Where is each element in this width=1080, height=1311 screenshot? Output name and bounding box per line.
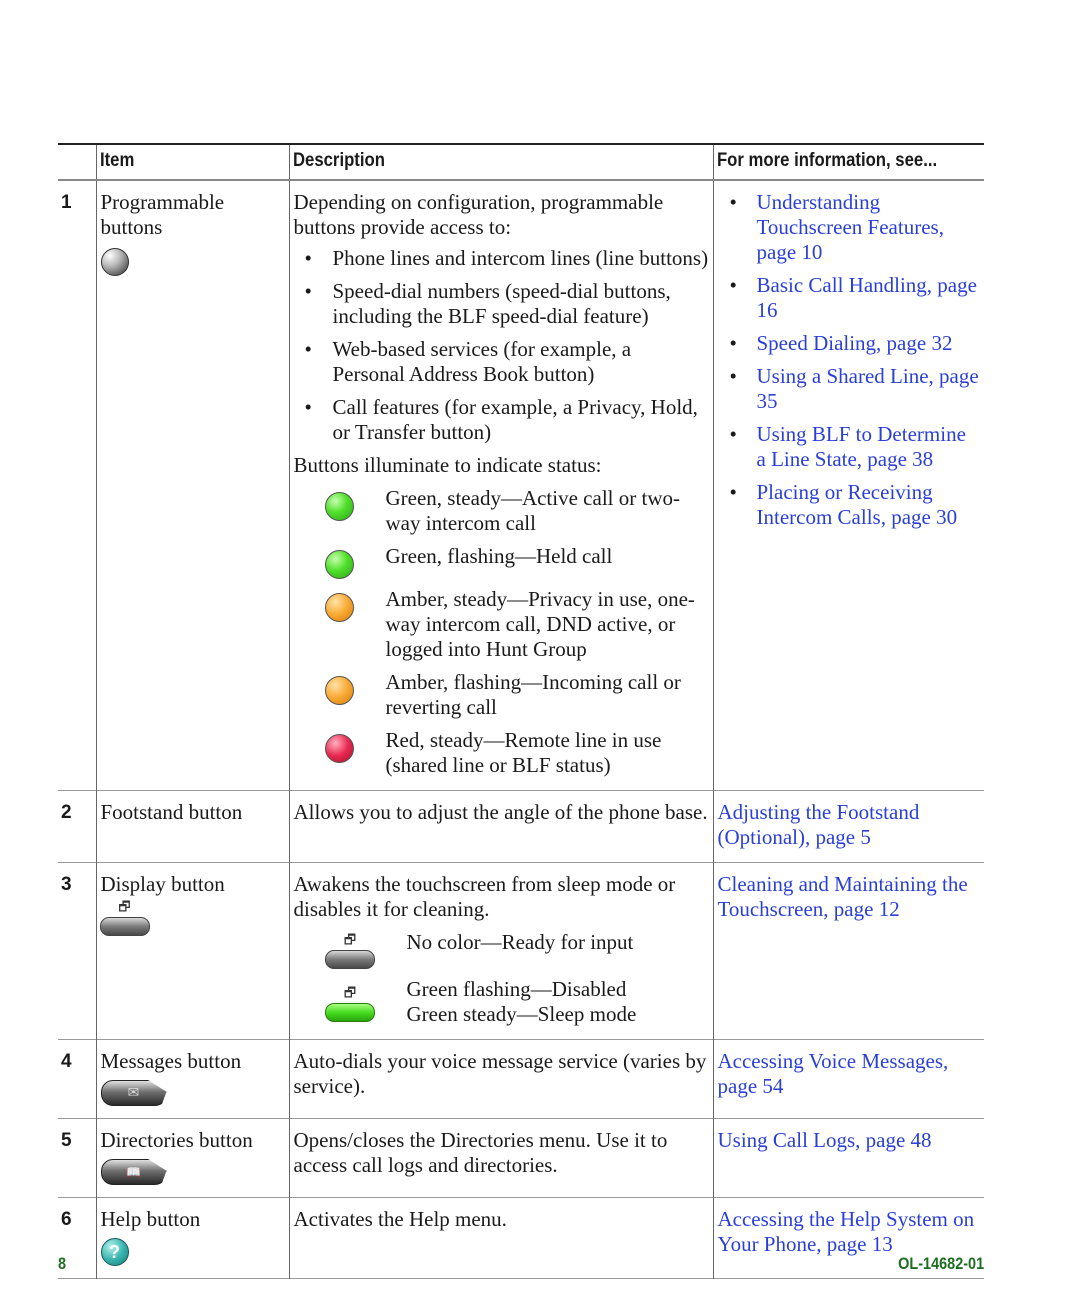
display-state-item: 🗗 No color—Ready for input xyxy=(294,930,709,969)
table-row: 5 Directories button 📖 Opens/closes the … xyxy=(58,1118,984,1198)
table-row: 4 Messages button ✉ Auto-dials your voic… xyxy=(58,1039,984,1119)
document-id: OL-14682-01 xyxy=(898,1254,984,1273)
list-item: Speed-dial numbers (speed-dial buttons, … xyxy=(294,279,709,329)
status-item: Amber, steady—Privacy in use, one-way in… xyxy=(294,587,709,662)
status-item: Green, flashing—Held call xyxy=(294,544,709,579)
display-state-item: 🗗 Green flashing—Disabled Green steady—S… xyxy=(294,977,709,1027)
item-label: Programmable buttons xyxy=(100,190,225,239)
book-glyph: 📖 xyxy=(126,1164,141,1179)
description-text: Auto-dials your voice message service (v… xyxy=(288,1039,713,1119)
display-glyph-icon: 🗗 xyxy=(343,986,357,1001)
green-led-icon xyxy=(325,492,354,521)
item-cell: Messages button ✉ xyxy=(95,1039,289,1119)
row-number: 4 xyxy=(61,1051,72,1072)
table-row: 2 Footstand button Allows you to adjust … xyxy=(58,790,984,863)
link-shared-line[interactable]: Using a Shared Line, page 35 xyxy=(757,364,979,413)
link-blf-line-state[interactable]: Using BLF to Determine a Line State, pag… xyxy=(757,422,966,471)
status-text: Amber, flashing—Incoming call or reverti… xyxy=(385,670,681,719)
table-row: 3 Display button 🗗 Awakens the touchscre… xyxy=(58,862,984,1040)
description-text: Activates the Help menu. xyxy=(288,1197,713,1279)
list-item: Phone lines and intercom lines (line but… xyxy=(294,246,709,271)
button-reference-table: Item Description For more information, s… xyxy=(58,143,984,1279)
more-info-cell: Understanding Touchscreen Features, page… xyxy=(712,180,984,791)
feature-list: Phone lines and intercom lines (line but… xyxy=(294,246,709,445)
item-cell: Display button 🗗 xyxy=(95,862,289,1040)
list-item: Web-based services (for example, a Perso… xyxy=(294,337,709,387)
status-item: Green, steady—Active call or two-way int… xyxy=(294,486,709,536)
status-text: Amber, steady—Privacy in use, one-way in… xyxy=(385,587,695,661)
link-understanding-touchscreen[interactable]: Understanding Touchscreen Features, page… xyxy=(757,190,944,264)
description-text: Opens/closes the Directories menu. Use i… xyxy=(288,1118,713,1198)
amber-led-icon xyxy=(325,676,354,705)
description-text: Depending on configuration, programmable… xyxy=(293,190,664,239)
programmable-button-icon xyxy=(100,248,129,276)
link-cleaning-touchscreen[interactable]: Cleaning and Maintaining the Touchscreen… xyxy=(718,872,968,921)
item-label: Directories button xyxy=(100,1128,253,1152)
item-cell: Directories button 📖 xyxy=(95,1118,289,1198)
status-text: Red, steady—Remote line in use (shared l… xyxy=(385,728,662,777)
list-item: Call features (for example, a Privacy, H… xyxy=(294,395,709,445)
table-header-row: Item Description For more information, s… xyxy=(58,144,984,180)
row-number: 3 xyxy=(61,874,72,895)
header-more-info: For more information, see... xyxy=(712,144,952,180)
link-help-system[interactable]: Accessing the Help System on Your Phone,… xyxy=(718,1207,975,1256)
display-state-text: No color—Ready for input xyxy=(406,930,634,954)
gray-display-button-icon xyxy=(325,950,375,969)
envelope-icon: ✉ xyxy=(100,1080,167,1106)
envelope-glyph: ✉ xyxy=(127,1084,140,1101)
description-cell: Depending on configuration, programmable… xyxy=(288,180,713,791)
green-display-button-icon xyxy=(325,1003,375,1022)
item-cell: Programmable buttons xyxy=(95,180,289,791)
item-cell: Help button ? xyxy=(95,1197,289,1279)
red-led-icon xyxy=(325,734,354,763)
status-intro: Buttons illuminate to indicate status: xyxy=(293,453,602,477)
table-row: 1 Programmable buttons Depending on conf… xyxy=(58,180,984,791)
more-info-cell: Using Call Logs, page 48 xyxy=(712,1118,984,1198)
row-number: 1 xyxy=(61,192,72,213)
more-info-cell: Adjusting the Footstand (Optional), page… xyxy=(712,790,984,863)
link-intercom-calls[interactable]: Placing or Receiving Intercom Calls, pag… xyxy=(757,480,958,529)
table-row: 6 Help button ? Activates the Help menu.… xyxy=(58,1197,984,1279)
link-adjusting-footstand[interactable]: Adjusting the Footstand (Optional), page… xyxy=(718,800,920,849)
book-icon: 📖 xyxy=(100,1159,167,1185)
status-item: Red, steady—Remote line in use (shared l… xyxy=(294,728,709,778)
status-text: Green, steady—Active call or two-way int… xyxy=(385,486,680,535)
header-item: Item xyxy=(95,144,266,180)
row-number: 5 xyxy=(61,1130,72,1151)
item-label: Help button xyxy=(100,1207,201,1231)
more-info-cell: Accessing Voice Messages, page 54 xyxy=(712,1039,984,1119)
help-icon: ? xyxy=(100,1238,129,1266)
header-description: Description xyxy=(288,144,663,180)
link-basic-call-handling[interactable]: Basic Call Handling, page 16 xyxy=(757,273,977,322)
display-button-icon xyxy=(99,917,150,936)
status-text: Green, flashing—Held call xyxy=(385,544,613,568)
more-info-cell: Cleaning and Maintaining the Touchscreen… xyxy=(712,862,984,1040)
link-speed-dialing[interactable]: Speed Dialing, page 32 xyxy=(757,331,953,355)
status-item: Amber, flashing—Incoming call or reverti… xyxy=(294,670,709,720)
display-state-text: Green flashing—Disabled Green steady—Sle… xyxy=(406,977,637,1026)
item-label: Footstand button xyxy=(95,790,289,863)
row-number: 2 xyxy=(61,802,72,823)
reference-links: Understanding Touchscreen Features, page… xyxy=(718,190,981,530)
display-glyph-icon: 🗗 xyxy=(343,933,357,948)
link-call-logs[interactable]: Using Call Logs, page 48 xyxy=(718,1128,932,1152)
page-number: 8 xyxy=(58,1254,67,1273)
description-text: Awakens the touchscreen from sleep mode … xyxy=(293,872,676,921)
description-cell: Awakens the touchscreen from sleep mode … xyxy=(288,862,713,1040)
description-text: Allows you to adjust the angle of the ph… xyxy=(288,790,713,863)
item-label: Messages button xyxy=(100,1049,242,1073)
display-glyph-icon: 🗗 xyxy=(118,900,131,915)
green-led-icon xyxy=(325,550,354,579)
link-voice-messages[interactable]: Accessing Voice Messages, page 54 xyxy=(718,1049,949,1098)
item-label: Display button xyxy=(100,872,225,896)
header-number xyxy=(58,144,91,180)
document-page: Item Description For more information, s… xyxy=(58,143,984,1279)
amber-led-icon xyxy=(325,593,354,622)
